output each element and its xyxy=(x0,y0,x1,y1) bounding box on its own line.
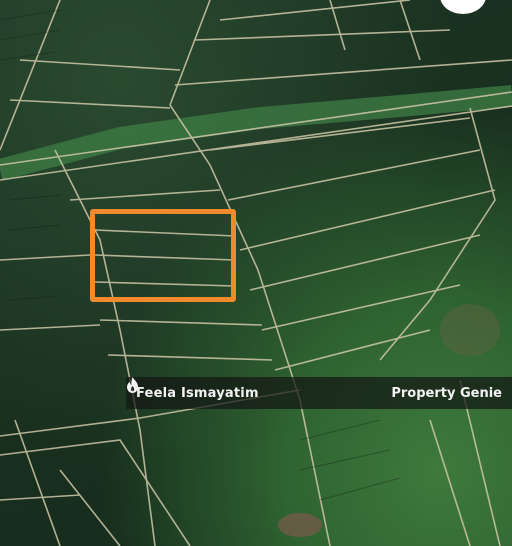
watermark-bar: Feela Ismayatim Property Genie xyxy=(126,377,512,409)
watermark-user-name: Feela Ismayatim xyxy=(136,385,259,401)
watermark-brand-name: Property Genie xyxy=(391,385,502,401)
satellite-map[interactable]: Feela Ismayatim Property Genie xyxy=(0,0,512,546)
plantation-roads xyxy=(0,0,512,546)
watermark-brand: Property Genie xyxy=(127,377,502,401)
selected-plot-highlight xyxy=(90,209,236,302)
